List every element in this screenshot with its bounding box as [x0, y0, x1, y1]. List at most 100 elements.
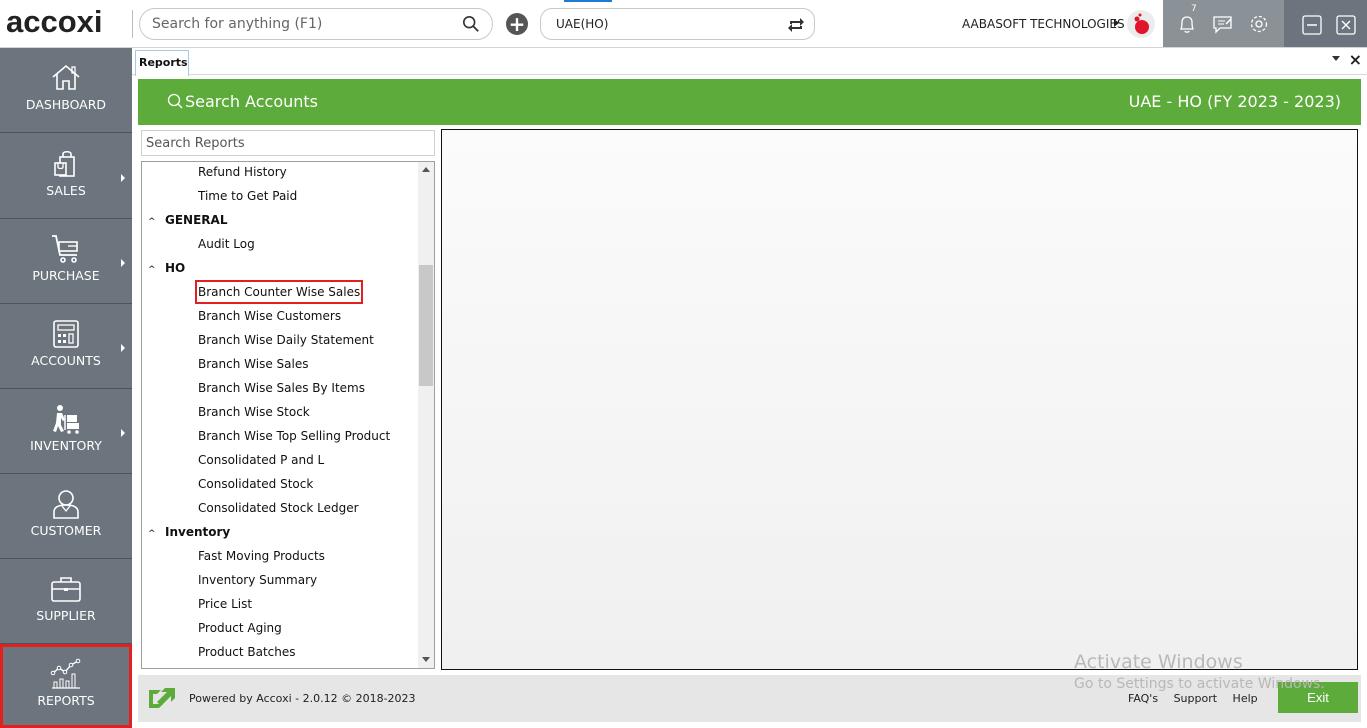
sidebar-item-supplier[interactable]: SUPPLIER: [0, 559, 132, 644]
search-accounts-button[interactable]: Search Accounts: [167, 92, 318, 111]
sidebar-item-reports[interactable]: REPORTS: [0, 644, 132, 728]
tree-item-label: Consolidated Stock Ledger: [198, 501, 359, 515]
submenu-arrow-icon: [121, 174, 125, 182]
tree-scrollbar[interactable]: [418, 162, 434, 668]
logo-text: accoxi: [6, 4, 103, 39]
toolbar-icons: [1163, 0, 1284, 47]
tree-item-label: Fast Moving Products: [198, 549, 325, 563]
tree-item-label: Branch Counter Wise Sales: [194, 280, 364, 304]
tree-item-label: Branch Wise Customers: [198, 309, 342, 323]
search-reports-field[interactable]: [141, 130, 435, 156]
sidebar-item-label: ACCOUNTS: [31, 353, 101, 368]
collapse-caret-icon[interactable]: ^: [148, 265, 158, 275]
branch-selector[interactable]: UAE(HO): [540, 8, 815, 40]
tree-item-label: GENERAL: [165, 213, 228, 227]
app-logo: accoxi: [6, 4, 103, 40]
bell-icon[interactable]: [1176, 13, 1198, 35]
logo-divider: [132, 10, 133, 38]
sidebar: DASHBOARD SALES PURCHASE ACCOUNTS INVENT…: [0, 48, 132, 728]
minimize-icon[interactable]: [1301, 14, 1323, 36]
close-icon[interactable]: [1335, 14, 1357, 36]
tree-item-label: Branch Wise Sales: [198, 357, 309, 371]
sidebar-item-inventory[interactable]: INVENTORY: [0, 389, 132, 474]
sidebar-item-accounts[interactable]: ACCOUNTS: [0, 304, 132, 389]
search-icon[interactable]: [462, 15, 480, 33]
tree-item-label: Product Aging: [198, 621, 282, 635]
person-icon: [53, 490, 79, 519]
tree-item[interactable]: Audit Log: [197, 237, 256, 261]
tree-item-label: Inventory: [165, 525, 231, 539]
branch-selector-value: UAE(HO): [556, 17, 609, 31]
search-reports-input[interactable]: [142, 131, 434, 155]
tree-item-label: Branch Wise Top Selling Product: [198, 429, 391, 443]
message-icon[interactable]: [1212, 13, 1234, 35]
window-controls: [1284, 0, 1367, 47]
footer-links: FAQ's Support Help: [1128, 692, 1270, 705]
scroll-thumb[interactable]: [419, 265, 433, 386]
powered-by-text: Powered by Accoxi - 2.0.12 © 2018-2023: [189, 692, 416, 705]
collapse-caret-icon[interactable]: ^: [148, 529, 158, 539]
company-logo[interactable]: [1127, 10, 1155, 38]
shopping-bag-icon: [54, 150, 75, 177]
company-name[interactable]: AABASOFT TECHNOLOGIES: [962, 17, 1125, 31]
close-tab-icon[interactable]: ×: [1349, 50, 1362, 69]
tab-indicator: [564, 0, 612, 2]
sidebar-item-dashboard[interactable]: DASHBOARD: [0, 48, 132, 133]
sidebar-item-label: SALES: [46, 183, 86, 198]
sidebar-item-label: PURCHASE: [32, 268, 100, 283]
top-bar: accoxi + UAE(HO) AABASOFT TECHNOLOGIES 7: [0, 0, 1367, 48]
tree-item[interactable]: Product Batches: [197, 645, 297, 668]
scroll-down-icon[interactable]: [422, 657, 430, 662]
tree-item-label: Consolidated Stock: [198, 477, 314, 491]
reports-header: Search Accounts UAE - HO (FY 2023 - 2023…: [138, 79, 1361, 125]
hand-truck-icon: [53, 405, 79, 434]
calculator-icon: [53, 320, 79, 348]
sidebar-item-label: DASHBOARD: [25, 97, 107, 112]
sidebar-item-label: CUSTOMER: [30, 523, 102, 538]
help-link[interactable]: Help: [1233, 692, 1258, 705]
support-link[interactable]: Support: [1174, 692, 1217, 705]
sidebar-item-customer[interactable]: CUSTOMER: [0, 474, 132, 559]
global-search[interactable]: [139, 8, 493, 40]
scroll-up-icon[interactable]: [422, 167, 430, 172]
tree-item-label: Branch Wise Sales By Items: [198, 381, 365, 395]
tree-item-label: Branch Wise Stock: [198, 405, 310, 419]
briefcase-icon: [51, 577, 81, 602]
tree-item-label: Branch Wise Daily Statement: [198, 333, 374, 347]
reports-tree: Refund History Time to Get Paid ^ GENERAL Au…: [141, 161, 435, 669]
global-search-input[interactable]: [152, 14, 452, 34]
faq-link[interactable]: FAQ's: [1128, 692, 1158, 705]
tree-item-label: Refund History: [198, 165, 287, 179]
accoxi-footer-logo: [149, 688, 175, 708]
activate-windows-subtitle: Go to Settings to activate Windows.: [1074, 676, 1325, 692]
plus-icon: +: [508, 12, 526, 36]
tree-item-label: Price List: [198, 597, 253, 611]
tree-item-label: HO: [165, 261, 186, 275]
fiscal-year-label: UAE - HO (FY 2023 - 2023): [1128, 92, 1341, 111]
search-icon: [167, 93, 183, 109]
sidebar-item-label: SUPPLIER: [36, 608, 96, 623]
tree-item-label: Time to Get Paid: [198, 189, 298, 203]
sidebar-item-sales[interactable]: SALES: [0, 134, 132, 219]
tree-item-label: Audit Log: [198, 237, 255, 251]
tab-reports[interactable]: Reports: [135, 50, 189, 76]
gear-icon[interactable]: [1248, 13, 1270, 35]
tree-group[interactable]: ^ HO: [148, 261, 186, 285]
report-content-pane: [441, 129, 1358, 670]
cart-icon: [52, 235, 78, 263]
tree-item-label: Product Batches: [198, 645, 296, 659]
notification-count: 7: [1191, 4, 1197, 14]
sidebar-item-label: INVENTORY: [30, 438, 102, 453]
add-new-button[interactable]: +: [506, 13, 528, 35]
activate-windows-title: Activate Windows: [1074, 651, 1243, 673]
submenu-arrow-icon: [121, 344, 125, 352]
tree-item-label: Consolidated P and L: [198, 453, 325, 467]
sidebar-item-purchase[interactable]: PURCHASE: [0, 219, 132, 304]
switch-branch-icon[interactable]: [786, 15, 806, 35]
collapse-caret-icon[interactable]: ^: [148, 217, 158, 227]
tab-strip: Reports ×: [132, 48, 1367, 76]
tab-list-dropdown-icon[interactable]: [1332, 56, 1340, 61]
tree-item-label: Inventory Summary: [198, 573, 318, 587]
company-menu-arrow-icon[interactable]: [1114, 19, 1119, 27]
search-accounts-label: Search Accounts: [185, 92, 318, 111]
